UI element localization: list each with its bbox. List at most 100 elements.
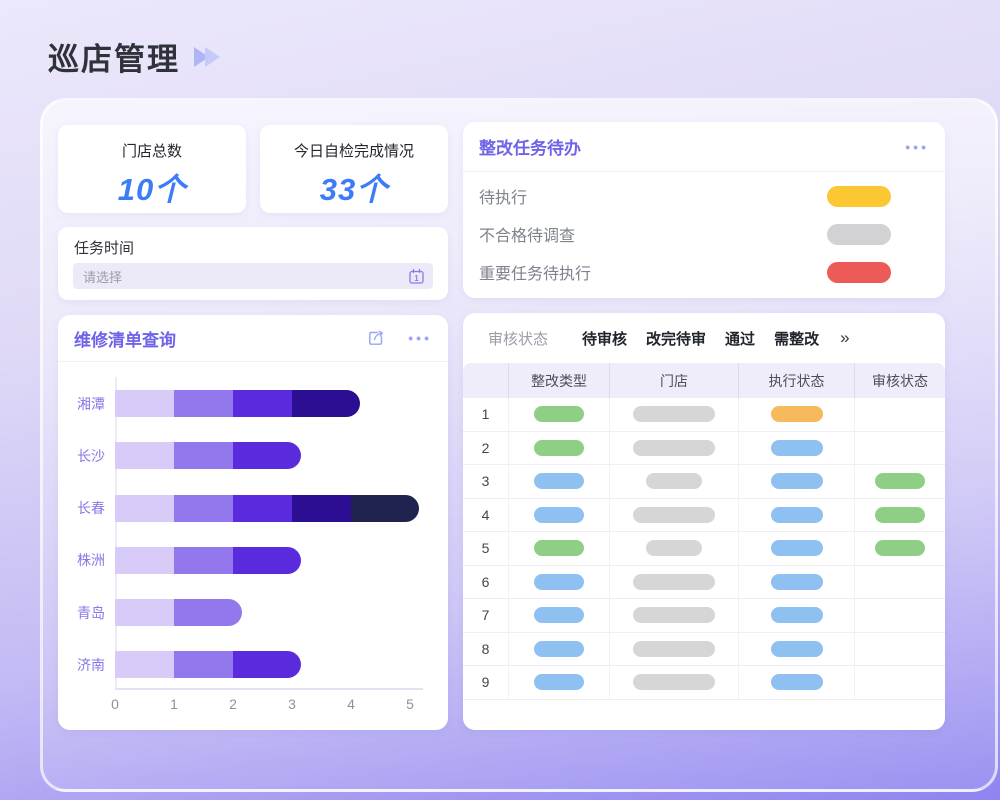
rectify-type-pill — [534, 607, 584, 623]
rectify-type-pill — [534, 641, 584, 657]
chart-bar — [115, 442, 301, 469]
table-row[interactable]: 7 — [463, 599, 945, 633]
store-pill — [633, 406, 715, 422]
table-cell — [609, 532, 738, 565]
todo-item: 重要任务待执行 — [463, 253, 945, 291]
date-input-placeholder: 请选择 — [83, 267, 408, 286]
export-icon[interactable] — [366, 328, 386, 348]
chart-category-label: 湘潭 — [68, 394, 105, 414]
chart-category-label: 长春 — [68, 498, 105, 518]
table-cell — [738, 532, 854, 565]
table-row[interactable]: 3 — [463, 465, 945, 499]
table-cell — [854, 633, 945, 666]
dashboard-page: 巡店管理 门店总数 10个 今日自检完成情况 33个 任务时间 请选择 1 — [0, 0, 1000, 800]
table-cell — [609, 398, 738, 431]
row-number-cell: 6 — [463, 566, 508, 599]
table-cell — [854, 398, 945, 431]
bar-segment — [233, 651, 301, 678]
repair-list-card: 维修清单查询 ••• 湘潭长沙长春株洲青岛济南 012345 — [58, 315, 448, 730]
bar-segment — [115, 599, 174, 626]
table-cell — [508, 432, 609, 465]
table-body: 123456789 — [463, 398, 945, 700]
table-cell — [738, 432, 854, 465]
bar-segment — [115, 390, 174, 417]
table-cell — [738, 633, 854, 666]
bar-segment — [174, 442, 233, 469]
table-row[interactable]: 5 — [463, 532, 945, 566]
stat-label: 今日自检完成情况 — [260, 140, 448, 161]
axis-tick-label: 3 — [288, 696, 296, 712]
chart-row: 株洲 — [68, 547, 442, 574]
table-row[interactable]: 4 — [463, 499, 945, 533]
bar-segment — [233, 442, 301, 469]
table-cell — [854, 666, 945, 699]
task-time-card: 任务时间 请选择 1 — [58, 227, 448, 300]
rectify-type-pill — [534, 540, 584, 556]
row-number-cell: 2 — [463, 432, 508, 465]
rectify-type-pill — [534, 473, 584, 489]
bar-segment — [115, 495, 174, 522]
table-cell — [738, 566, 854, 599]
todo-item: 不合格待调查 — [463, 215, 945, 253]
table-cell — [609, 666, 738, 699]
status-pill — [827, 186, 891, 207]
row-number-cell: 7 — [463, 599, 508, 632]
stat-label: 门店总数 — [58, 140, 246, 161]
store-pill — [633, 574, 715, 590]
repair-card-title: 维修清单查询 — [74, 326, 366, 351]
table-cell — [854, 499, 945, 532]
more-tabs-button[interactable]: » — [840, 328, 849, 348]
todo-card-title: 整改任务待办 — [479, 134, 905, 159]
bar-segment — [115, 547, 174, 574]
table-row[interactable]: 2 — [463, 432, 945, 466]
tab-4[interactable]: 需整改 — [774, 328, 819, 349]
axis-tick-label: 1 — [170, 696, 178, 712]
table-row[interactable]: 1 — [463, 398, 945, 432]
store-pill — [646, 473, 702, 489]
row-number-cell: 3 — [463, 465, 508, 498]
todo-item-label: 待执行 — [479, 184, 527, 208]
store-pill — [633, 507, 715, 523]
exec-status-pill — [771, 440, 823, 456]
table-cell — [508, 666, 609, 699]
bar-segment — [174, 390, 233, 417]
exec-status-pill — [771, 540, 823, 556]
bar-segment — [233, 390, 292, 417]
bar-segment — [115, 442, 174, 469]
table-row[interactable]: 8 — [463, 633, 945, 667]
column-header: 执行状态 — [738, 363, 854, 398]
task-time-label: 任务时间 — [74, 237, 134, 258]
rectify-type-pill — [534, 574, 584, 590]
more-menu-icon[interactable]: ••• — [905, 140, 929, 154]
exec-status-pill — [771, 507, 823, 523]
page-header: 巡店管理 — [48, 34, 220, 79]
review-table-card: 审核状态 待审核改完待审通过需整改 » 整改类型门店执行状态审核状态 12345… — [463, 313, 945, 730]
chart-row: 青岛 — [68, 599, 442, 626]
table-cell — [508, 566, 609, 599]
chart-x-ticks: 012345 — [115, 696, 423, 714]
row-number-cell: 8 — [463, 633, 508, 666]
arrow-right-icon — [205, 47, 220, 67]
table-cell — [854, 465, 945, 498]
table-cell — [738, 666, 854, 699]
tab-3[interactable]: 通过 — [725, 328, 755, 349]
table-row[interactable]: 6 — [463, 566, 945, 600]
bar-segment — [292, 390, 360, 417]
rectify-type-pill — [534, 406, 584, 422]
chart-row: 长沙 — [68, 442, 442, 469]
bar-segment — [233, 495, 292, 522]
tab-2[interactable]: 改完待审 — [646, 328, 706, 349]
chart-category-label: 长沙 — [68, 446, 105, 466]
more-menu-icon[interactable]: ••• — [408, 331, 432, 345]
rectify-type-pill — [534, 674, 584, 690]
repair-card-header: 维修清单查询 ••• — [58, 315, 448, 362]
store-pill — [633, 607, 715, 623]
todo-items: 待执行不合格待调查重要任务待执行 — [463, 172, 945, 291]
table-cell — [508, 599, 609, 632]
chart-category-label: 株洲 — [68, 550, 105, 570]
table-row[interactable]: 9 — [463, 666, 945, 700]
rectify-type-pill — [534, 507, 584, 523]
tab-1[interactable]: 待审核 — [582, 328, 627, 349]
calendar-icon[interactable]: 1 — [408, 268, 425, 285]
task-time-date-input[interactable]: 请选择 1 — [73, 263, 433, 289]
